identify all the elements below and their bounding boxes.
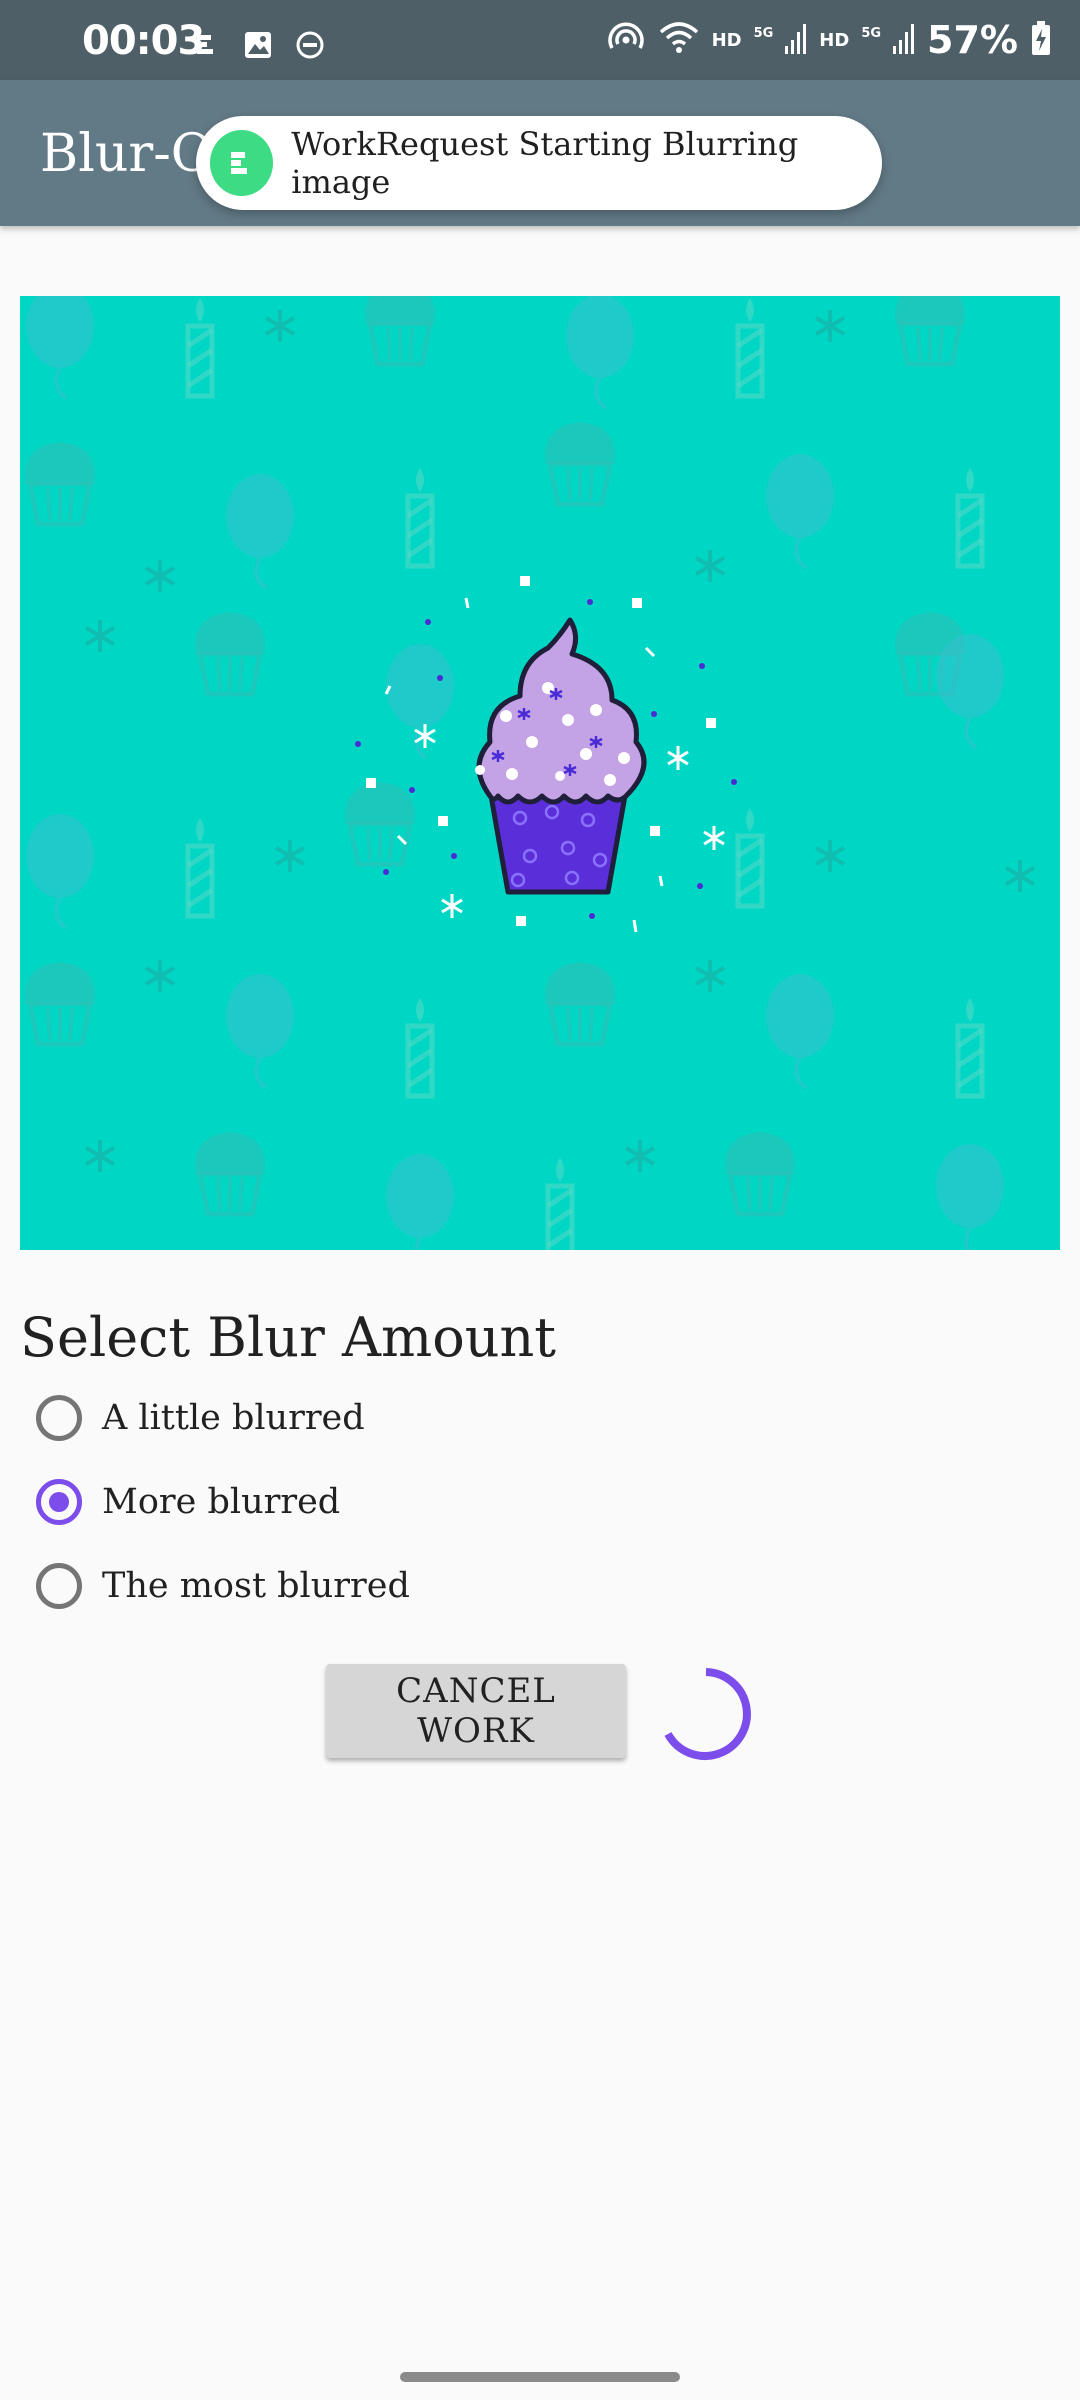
network-label-5g-1: 5G: [753, 25, 774, 41]
radio-option-little[interactable]: A little blurred: [36, 1388, 365, 1448]
battery-percent: 57%: [927, 18, 1018, 62]
radio-label: The most blurred: [102, 1566, 410, 1606]
toast-text: WorkRequest Starting Blurring image: [291, 125, 799, 201]
network-label-5g-2: 5G: [861, 25, 882, 41]
app-icon: [210, 130, 274, 196]
cancel-work-button[interactable]: CANCEL WORK: [326, 1664, 626, 1758]
radio-button[interactable]: [36, 1563, 82, 1609]
cupcake-image: [20, 296, 1060, 1250]
radio-option-most[interactable]: The most blurred: [36, 1556, 410, 1616]
toast-notification: WorkRequest Starting Blurring image: [196, 116, 882, 210]
progress-spinner-icon: [656, 1664, 756, 1764]
signal-icon: [785, 22, 807, 58]
signal-icon: [893, 22, 915, 58]
notification-icon: [195, 32, 221, 62]
app-title: Blur-O: [40, 124, 214, 184]
status-bar: 00:03 HD 5G HD 5G 57%: [0, 0, 1080, 80]
gallery-icon: [243, 30, 273, 64]
do-not-disturb-icon: [295, 30, 325, 64]
network-label-hd-1: HD: [711, 29, 742, 51]
battery-charging-icon: [1030, 20, 1052, 60]
network-label-hd-2: HD: [819, 29, 850, 51]
gesture-nav-bar[interactable]: [400, 2372, 680, 2382]
wifi-icon: [658, 20, 700, 60]
radio-option-more[interactable]: More blurred: [36, 1472, 340, 1532]
section-title: Select Blur Amount: [20, 1306, 556, 1369]
radio-label: More blurred: [102, 1482, 341, 1522]
status-time: 00:03: [82, 18, 205, 64]
radio-button-checked[interactable]: [36, 1479, 82, 1525]
radio-label: A little blurred: [102, 1398, 365, 1438]
radio-button[interactable]: [36, 1395, 82, 1441]
hotspot-icon: [606, 20, 646, 60]
